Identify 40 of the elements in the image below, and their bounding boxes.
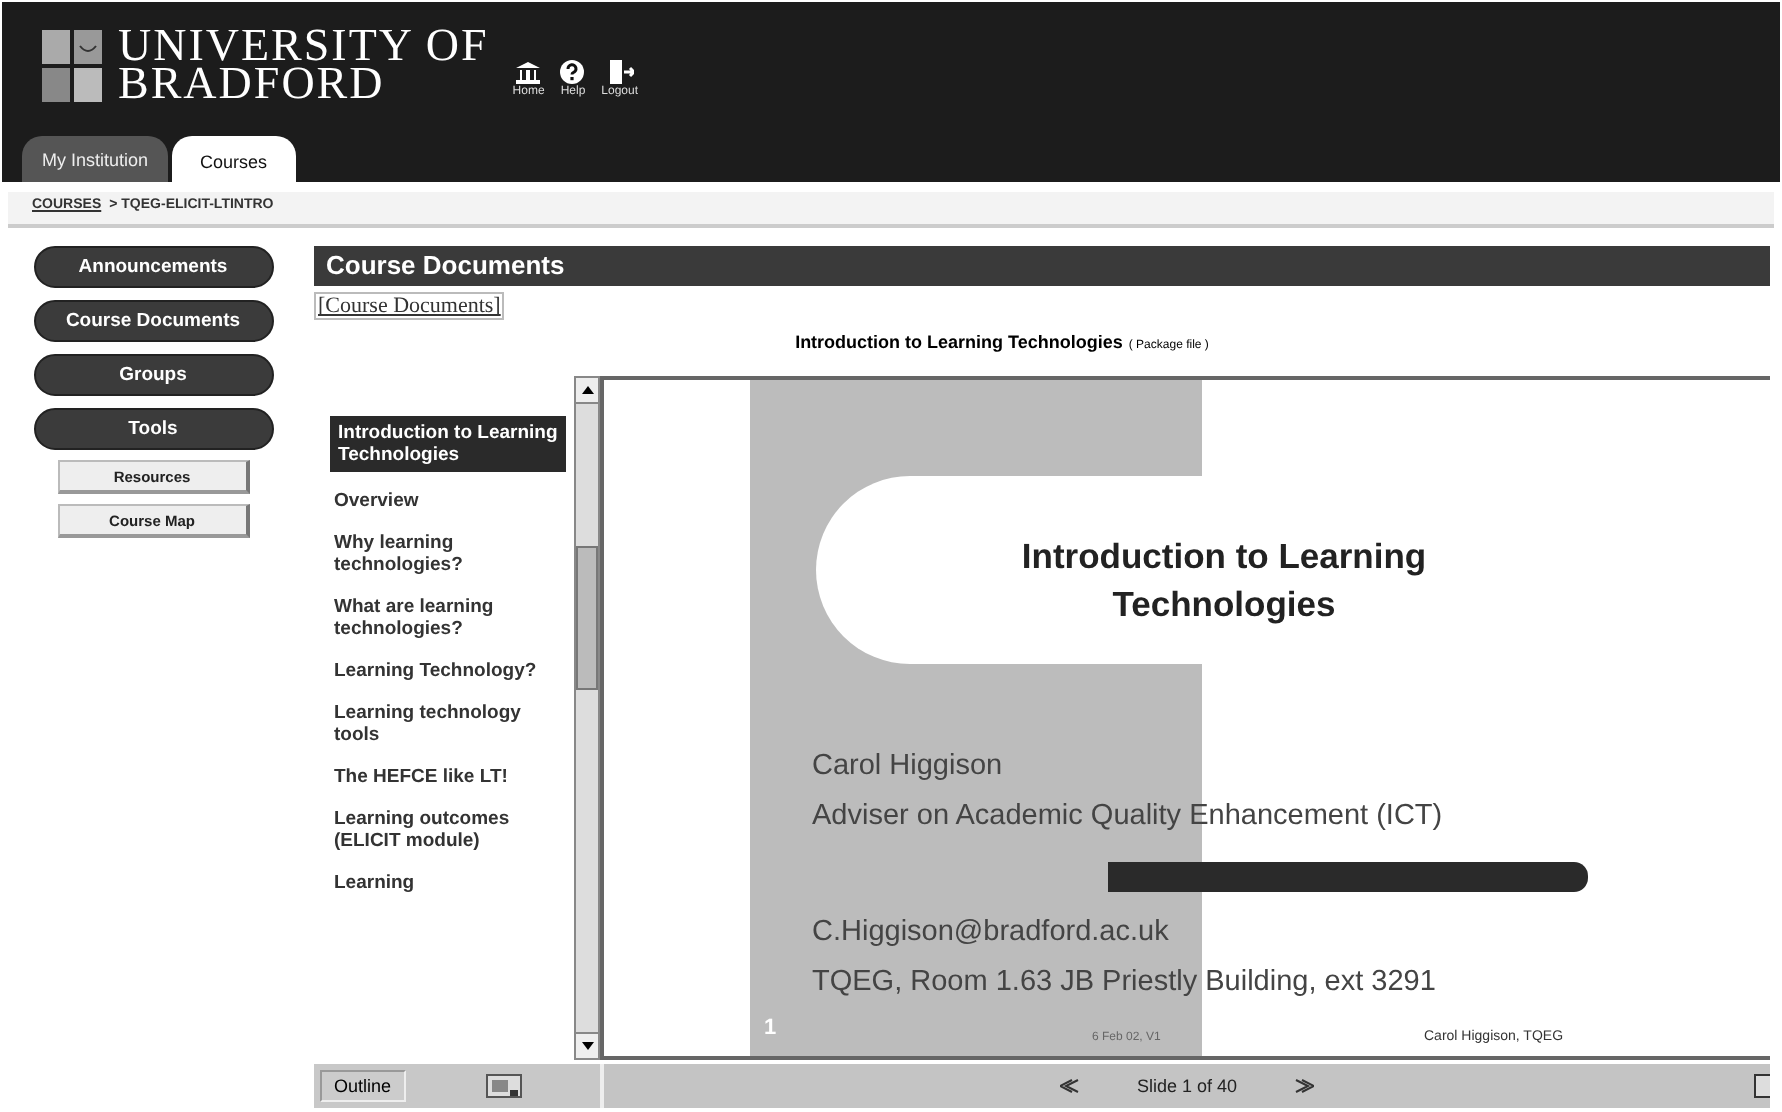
outline-button[interactable]: Outline — [320, 1070, 406, 1102]
path-link[interactable]: [Course Documents] — [314, 292, 505, 320]
down-arrow-icon — [581, 1042, 593, 1050]
menu-button[interactable]: Announcements — [33, 246, 273, 288]
slide-text: Adviser on Academic Quality Enhancement (ICT) — [812, 798, 1443, 834]
outline-item[interactable]: The HEFCE like LT! — [330, 764, 558, 790]
university-name: UNIVERSITY OF — [118, 26, 489, 64]
next-icon[interactable] — [1293, 1078, 1314, 1094]
slide-view-icon[interactable] — [485, 1074, 522, 1098]
outline-item[interactable]: Learning outcomes (ELICIT module) — [330, 806, 558, 854]
outline-item[interactable]: Why learning technologies? — [330, 530, 558, 578]
section-heading: Course Documents — [314, 246, 1770, 286]
slide-text: C.Higgison@bradford.ac.uk — [812, 914, 1171, 950]
outline-item[interactable]: Learning Technology? — [330, 658, 558, 684]
help-icon — [560, 60, 585, 84]
outline-item[interactable]: Overview — [330, 488, 558, 514]
outline-item[interactable]: Learning technology tools — [330, 700, 558, 748]
nav-tab[interactable]: My Institution — [22, 136, 169, 182]
slide-text: Carol Higgison — [812, 748, 1005, 784]
document-title: Introduction to Learning Technologies — [795, 332, 1123, 352]
menu-button[interactable]: Tools — [33, 408, 273, 450]
slide-title: Introduction to Learning Technologies — [1019, 534, 1429, 628]
slide-counter: Slide 1 of 40 — [1136, 1076, 1238, 1096]
menu-button[interactable]: Course Documents — [33, 300, 273, 342]
previous-icon[interactable] — [1060, 1078, 1081, 1094]
crest-logo-icon — [42, 30, 102, 102]
university-name: BRADFORD — [118, 64, 385, 102]
menu-button[interactable]: Groups — [33, 354, 273, 396]
outline-item[interactable]: Learning — [330, 870, 558, 896]
scrollbar[interactable] — [574, 376, 600, 1060]
outline-item[interactable]: What are learning technologies? — [330, 594, 558, 642]
door-icon — [605, 60, 634, 84]
outline-item[interactable]: Introduction to Learning Technologies — [330, 416, 566, 472]
slide-number: 1 — [764, 1016, 777, 1040]
slide-text: TQEG, Room 1.63 JB Priestly Building, ext 3291 — [812, 964, 1438, 1000]
scrollbar-thumb[interactable] — [576, 546, 598, 690]
home-icon — [514, 60, 543, 84]
window-icon[interactable] — [1754, 1074, 1770, 1098]
up-arrow-icon — [581, 386, 593, 394]
nav-tab[interactable]: Courses — [172, 136, 296, 182]
